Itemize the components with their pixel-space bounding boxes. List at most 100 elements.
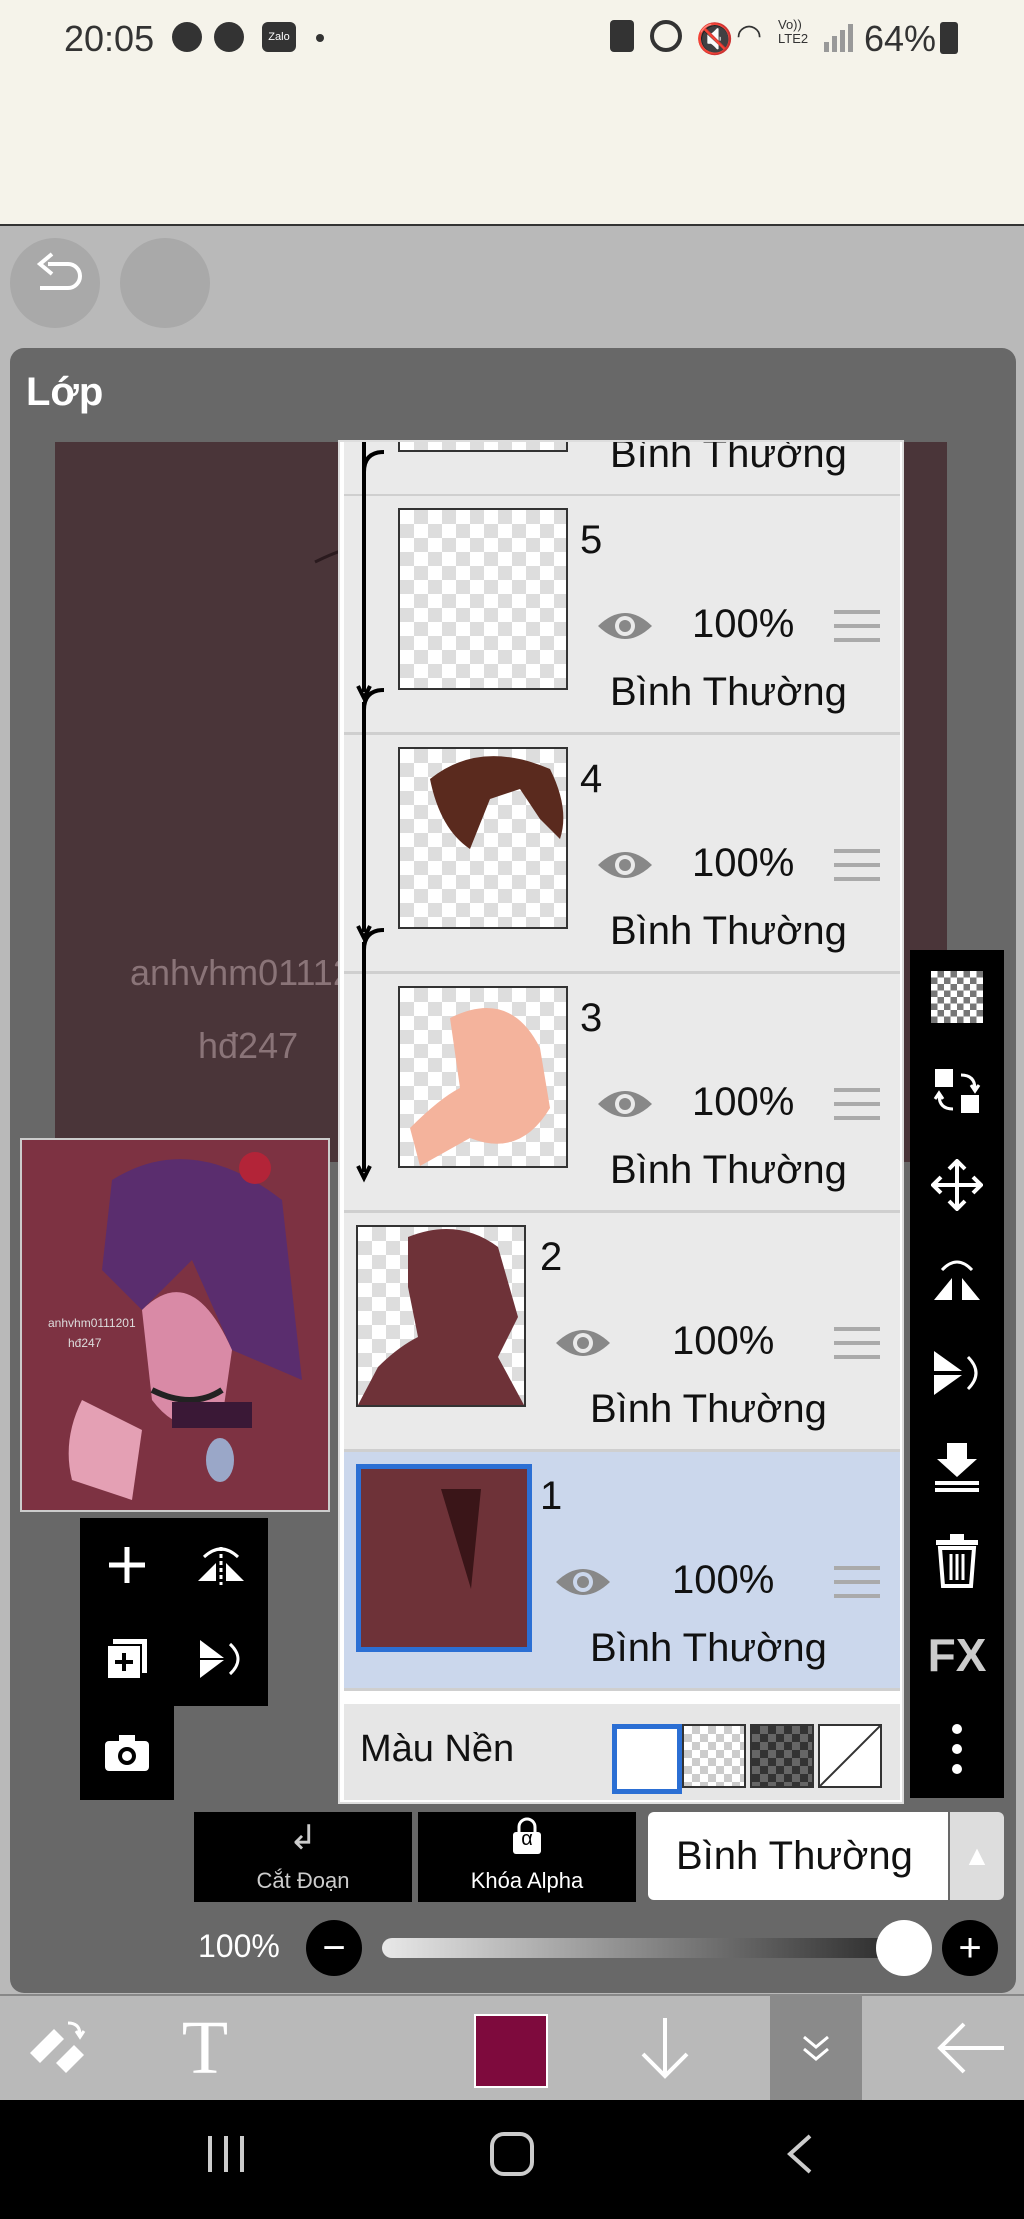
layer-row[interactable]: 4 100% Bình Thường (344, 735, 900, 974)
bg-white-swatch[interactable] (612, 1724, 682, 1794)
volte-label: Vo)) LTE2 (778, 17, 809, 46)
add-copy-layer-button[interactable] (80, 1612, 174, 1706)
layer-number: 1 (540, 1474, 563, 1518)
text-tool-icon: T (181, 2005, 229, 2090)
flip-vertical-icon (200, 1640, 240, 1678)
layer-number: 4 (580, 757, 603, 801)
flip-vertical-button[interactable] (910, 1326, 1004, 1420)
visibility-eye-icon[interactable] (554, 1323, 612, 1363)
mute-icon: 🔇 (696, 23, 734, 56)
layer-row-selected[interactable]: 1 100% Bình Thường (344, 1452, 900, 1691)
merge-down-button[interactable] (910, 1420, 1004, 1514)
drag-handle-icon[interactable] (834, 608, 880, 644)
layer-row[interactable]: Bình Thường (344, 442, 900, 497)
blend-mode-arrow-icon[interactable]: ▲ (950, 1812, 1004, 1900)
opacity-label: 100% (198, 1928, 280, 1964)
blend-mode-select[interactable]: Bình Thường (648, 1812, 948, 1900)
layer-list[interactable]: Bình Thường 5 100% Bình Thường 4 100% Bì… (338, 440, 904, 1804)
text-tool-button[interactable]: T (160, 2000, 250, 2096)
layer-blend-mode: Bình Thường (590, 1387, 827, 1431)
arrow-left-icon (937, 2022, 1004, 2074)
more-icon (952, 1724, 962, 1774)
drag-handle-icon[interactable] (834, 847, 880, 883)
layer-opacity: 100% (692, 1080, 795, 1124)
brush-swap-button[interactable] (10, 2000, 100, 2096)
layer-opacity: 100% (692, 841, 795, 885)
opacity-minus-button[interactable]: − (306, 1920, 362, 1976)
back-button[interactable] (926, 2000, 1016, 2096)
bg-none-swatch[interactable] (818, 1724, 882, 1788)
canvas-watermark-2: hđ247 (198, 1025, 299, 1066)
flip-horizontal-button[interactable] (910, 1232, 1004, 1326)
layer-row[interactable]: 3 100% Bình Thường (344, 974, 900, 1213)
flip-layer-horizontal-button[interactable] (174, 1518, 268, 1612)
signal-icon (824, 22, 854, 52)
visibility-eye-icon[interactable] (596, 845, 654, 885)
camera-button[interactable] (80, 1706, 174, 1800)
opacity-slider-knob[interactable] (876, 1920, 932, 1976)
artwork-thumbnail: anhvhm0111201 hđ247 (20, 1138, 330, 1512)
layer-row[interactable]: 2 100% Bình Thường (344, 1213, 900, 1452)
bg-transparent-swatch[interactable] (682, 1724, 746, 1788)
visibility-eye-icon[interactable] (554, 1562, 612, 1602)
move-icon (931, 1159, 983, 1211)
more-button[interactable] (910, 1702, 1004, 1796)
recents-button[interactable] (204, 2130, 248, 2188)
checker-button[interactable] (910, 950, 1004, 1044)
clip-arrow-icon: ↲ (288, 1819, 318, 1857)
add-layer-button[interactable] (80, 1518, 174, 1612)
transfer-button[interactable] (910, 1044, 1004, 1138)
color-swatch[interactable] (474, 2014, 548, 2088)
layer-number: 3 (580, 996, 603, 1040)
layer-blend-mode: Bình Thường (610, 1148, 847, 1192)
redo-button[interactable] (120, 238, 210, 328)
home-button[interactable] (488, 2130, 536, 2190)
double-chevron-down-icon (803, 2035, 829, 2061)
trash-icon (936, 1534, 978, 1588)
delete-layer-button[interactable] (910, 1514, 1004, 1608)
opacity-plus-button[interactable]: + (942, 1920, 998, 1976)
battery-level: 64% (864, 18, 937, 59)
system-back-button[interactable] (782, 2130, 816, 2188)
brush-eraser-icon (30, 2021, 86, 2073)
background-color-row: Màu Nền (344, 1704, 900, 1800)
checker-icon (931, 971, 983, 1023)
drag-handle-icon[interactable] (834, 1325, 880, 1361)
visibility-eye-icon[interactable] (596, 606, 654, 646)
collapse-panel-button[interactable] (770, 1994, 862, 2100)
clipping-button[interactable]: ↲ Cắt Đoạn (194, 1812, 412, 1902)
layer-tool-pad (80, 1518, 268, 1706)
drag-handle-icon[interactable] (834, 1564, 880, 1600)
layer-thumbnail (356, 1225, 526, 1407)
alpha-lock-button[interactable]: α Khóa Alpha (418, 1812, 636, 1902)
clipping-label: Cắt Đoạn (256, 1868, 350, 1893)
move-button[interactable] (910, 1138, 1004, 1232)
flip-vertical-icon (934, 1351, 978, 1395)
recycle-icon (610, 20, 634, 52)
messenger-icon (172, 22, 202, 52)
opacity-slider[interactable] (382, 1938, 922, 1958)
visibility-eye-icon[interactable] (596, 1084, 654, 1124)
layer-down-button[interactable] (620, 2000, 710, 2096)
layer-blend-mode: Bình Thường (610, 670, 847, 714)
panel-title: Lớp (26, 370, 104, 414)
fx-button[interactable]: FX (910, 1608, 1004, 1702)
volte-icon: Vo)) LTE2 (778, 18, 818, 46)
drag-handle-icon[interactable] (834, 1086, 880, 1122)
copy-layer-icon (106, 1639, 147, 1680)
layer-thumbnail (356, 1464, 532, 1652)
layer-number: 5 (580, 518, 603, 562)
arrow-down-icon (641, 2018, 689, 2079)
layer-row[interactable]: 5 100% Bình Thường (344, 496, 900, 735)
zalo-label: Zalo (268, 31, 290, 43)
background-label: Màu Nền (360, 1728, 515, 1770)
merge-down-icon (935, 1443, 979, 1492)
camera-icon (105, 1735, 149, 1771)
blend-mode-value: Bình Thường (676, 1834, 913, 1878)
layer-thumbnail (398, 508, 568, 690)
undo-button[interactable] (10, 238, 100, 328)
bg-dark-swatch[interactable] (750, 1724, 814, 1788)
thumb-watermark-2: hđ247 (68, 1336, 102, 1350)
flip-layer-vertical-button[interactable] (174, 1612, 268, 1706)
clipping-connectors (356, 442, 385, 1183)
